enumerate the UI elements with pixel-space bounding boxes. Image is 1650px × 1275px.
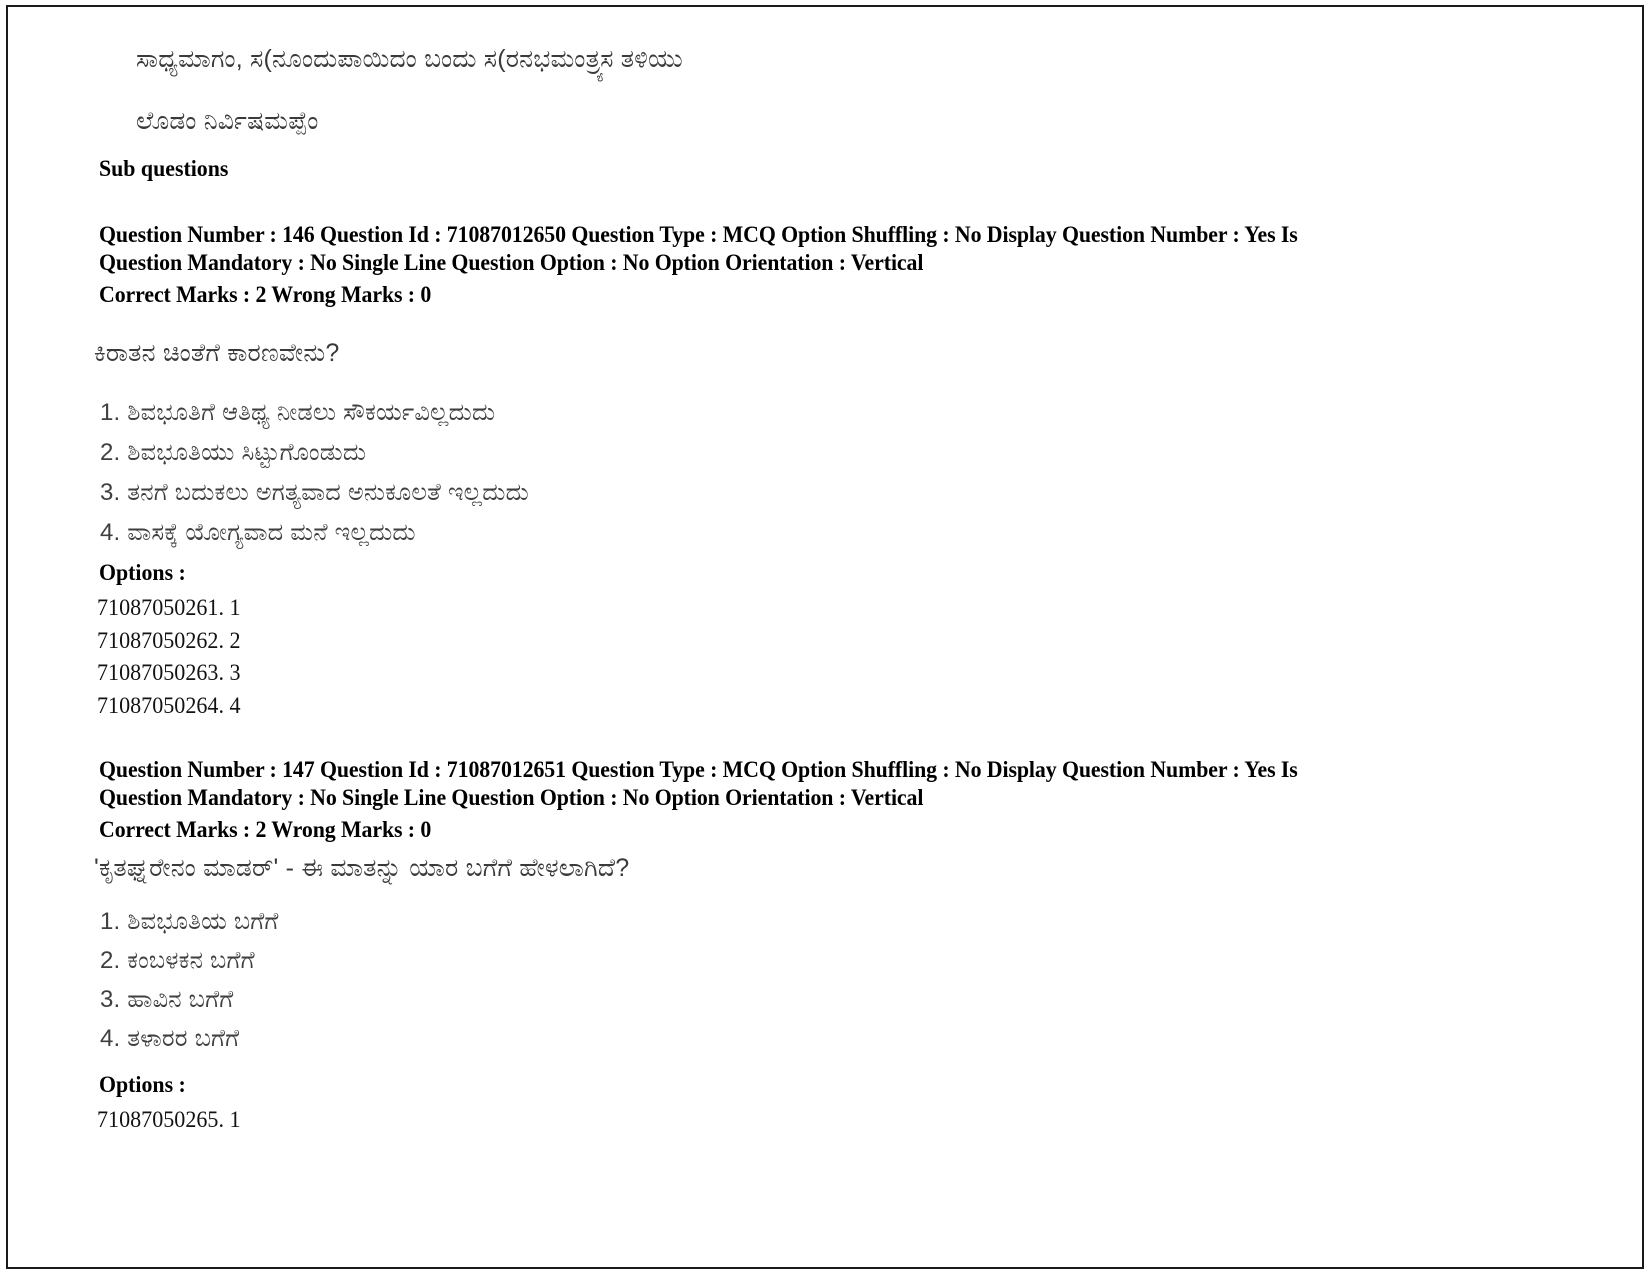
question-147-choice-1[interactable]: 1. ಶಿವಭೂತಿಯ ಬಗೆಗೆ — [100, 907, 279, 937]
question-147-marks: Correct Marks : 2 Wrong Marks : 0 — [99, 817, 432, 843]
question-147-choice-3[interactable]: 3. ಹಾವಿನ ಬಗೆಗೆ — [100, 985, 279, 1015]
question-146-stem: ಕಿರಾತನ ಚಿಂತೆಗೆ ಕಾರಣವೇನು? — [94, 339, 340, 367]
passage-tail-line-1: ಸಾಧ್ಯಮಾಗಂ, ಸ(ನೂಂದುಪಾಯಿದಂ ಬಂದು ಸ(ರನಭಮಂತ್ರ… — [136, 45, 683, 73]
passage-tail-line-2: ಲೊಡಂ ನಿರ್ವಿಷಮಪ್ಪೆಂ — [136, 107, 319, 135]
question-146-metadata: Question Number : 146 Question Id : 7108… — [99, 222, 1457, 278]
question-146-choice-3[interactable]: 3. ತನಗೆ ಬದುಕಲು ಅಗತ್ಯವಾದ ಅನುಕೂಲತೆ ಇಲ್ಲದುದ… — [100, 478, 529, 508]
question-147-options-label: Options : — [99, 1072, 186, 1098]
question-146-options-label: Options : — [99, 560, 186, 586]
question-147-option-id-1: 71087050265. 1 — [97, 1107, 241, 1132]
question-147-metadata-line-1: Question Number : 147 Question Id : 7108… — [99, 757, 1298, 783]
question-146-choice-2[interactable]: 2. ಶಿವಭೂತಿಯು ಸಿಟ್ಟುಗೊಂಡುದು — [100, 438, 529, 468]
question-147-choice-2[interactable]: 2. ಕಂಬಳಕನ ಬಗೆಗೆ — [100, 946, 279, 976]
question-146-metadata-line-1: Question Number : 146 Question Id : 7108… — [99, 222, 1298, 248]
question-146-metadata-line-2: Question Mandatory : No Single Line Ques… — [99, 249, 924, 276]
page-content: ಸಾಧ್ಯಮಾಗಂ, ಸ(ನೂಂದುಪಾಯಿದಂ ಬಂದು ಸ(ರನಭಮಂತ್ರ… — [0, 0, 1650, 1275]
question-146-option-id-2: 71087050262. 2 — [97, 627, 241, 653]
question-146-choice-1[interactable]: 1. ಶಿವಭೂತಿಗೆ ಆತಿಥ್ಯ ನೀಡಲು ಸೌಕರ್ಯವಿಲ್ಲದುದ… — [100, 398, 529, 428]
question-paper-page: ಸಾಧ್ಯಮಾಗಂ, ಸ(ನೂಂದುಪಾಯಿದಂ ಬಂದು ಸ(ರನಭಮಂತ್ರ… — [0, 0, 1650, 1275]
question-147-choice-4[interactable]: 4. ತಳಾರರ ಬಗೆಗೆ — [100, 1024, 279, 1054]
question-146-choices: 1. ಶಿವಭೂತಿಗೆ ಆತಿಥ್ಯ ನೀಡಲು ಸೌಕರ್ಯವಿಲ್ಲದುದ… — [100, 398, 529, 558]
question-147-option-ids: 71087050265. 1 — [97, 1104, 241, 1137]
question-146-choice-4[interactable]: 4. ವಾಸಕ್ಕೆ ಯೋಗ್ಯವಾದ ಮನೆ ಇಲ್ಲದುದು — [100, 518, 529, 548]
question-146-option-id-4: 71087050264. 4 — [97, 692, 241, 718]
question-147-choices: 1. ಶಿವಭೂತಿಯ ಬಗೆಗೆ 2. ಕಂಬಳಕನ ಬಗೆಗೆ 3. ಹಾವ… — [100, 907, 279, 1063]
question-146-option-id-1: 71087050261. 1 — [97, 595, 241, 620]
sub-questions-heading: Sub questions — [99, 156, 229, 182]
question-147-metadata: Question Number : 147 Question Id : 7108… — [99, 757, 1457, 813]
question-147-stem: 'ಕೃತಘ್ನರೇನಂ ಮಾಡರ್' - ಈ ಮಾತನ್ನು ಯಾರ ಬಗೆಗೆ… — [94, 854, 630, 882]
question-147-metadata-line-2: Question Mandatory : No Single Line Ques… — [99, 784, 924, 811]
question-146-option-id-3: 71087050263. 3 — [97, 660, 241, 686]
question-146-marks: Correct Marks : 2 Wrong Marks : 0 — [99, 282, 432, 308]
question-146-option-ids: 71087050261. 1 71087050262. 2 7108705026… — [97, 592, 241, 723]
